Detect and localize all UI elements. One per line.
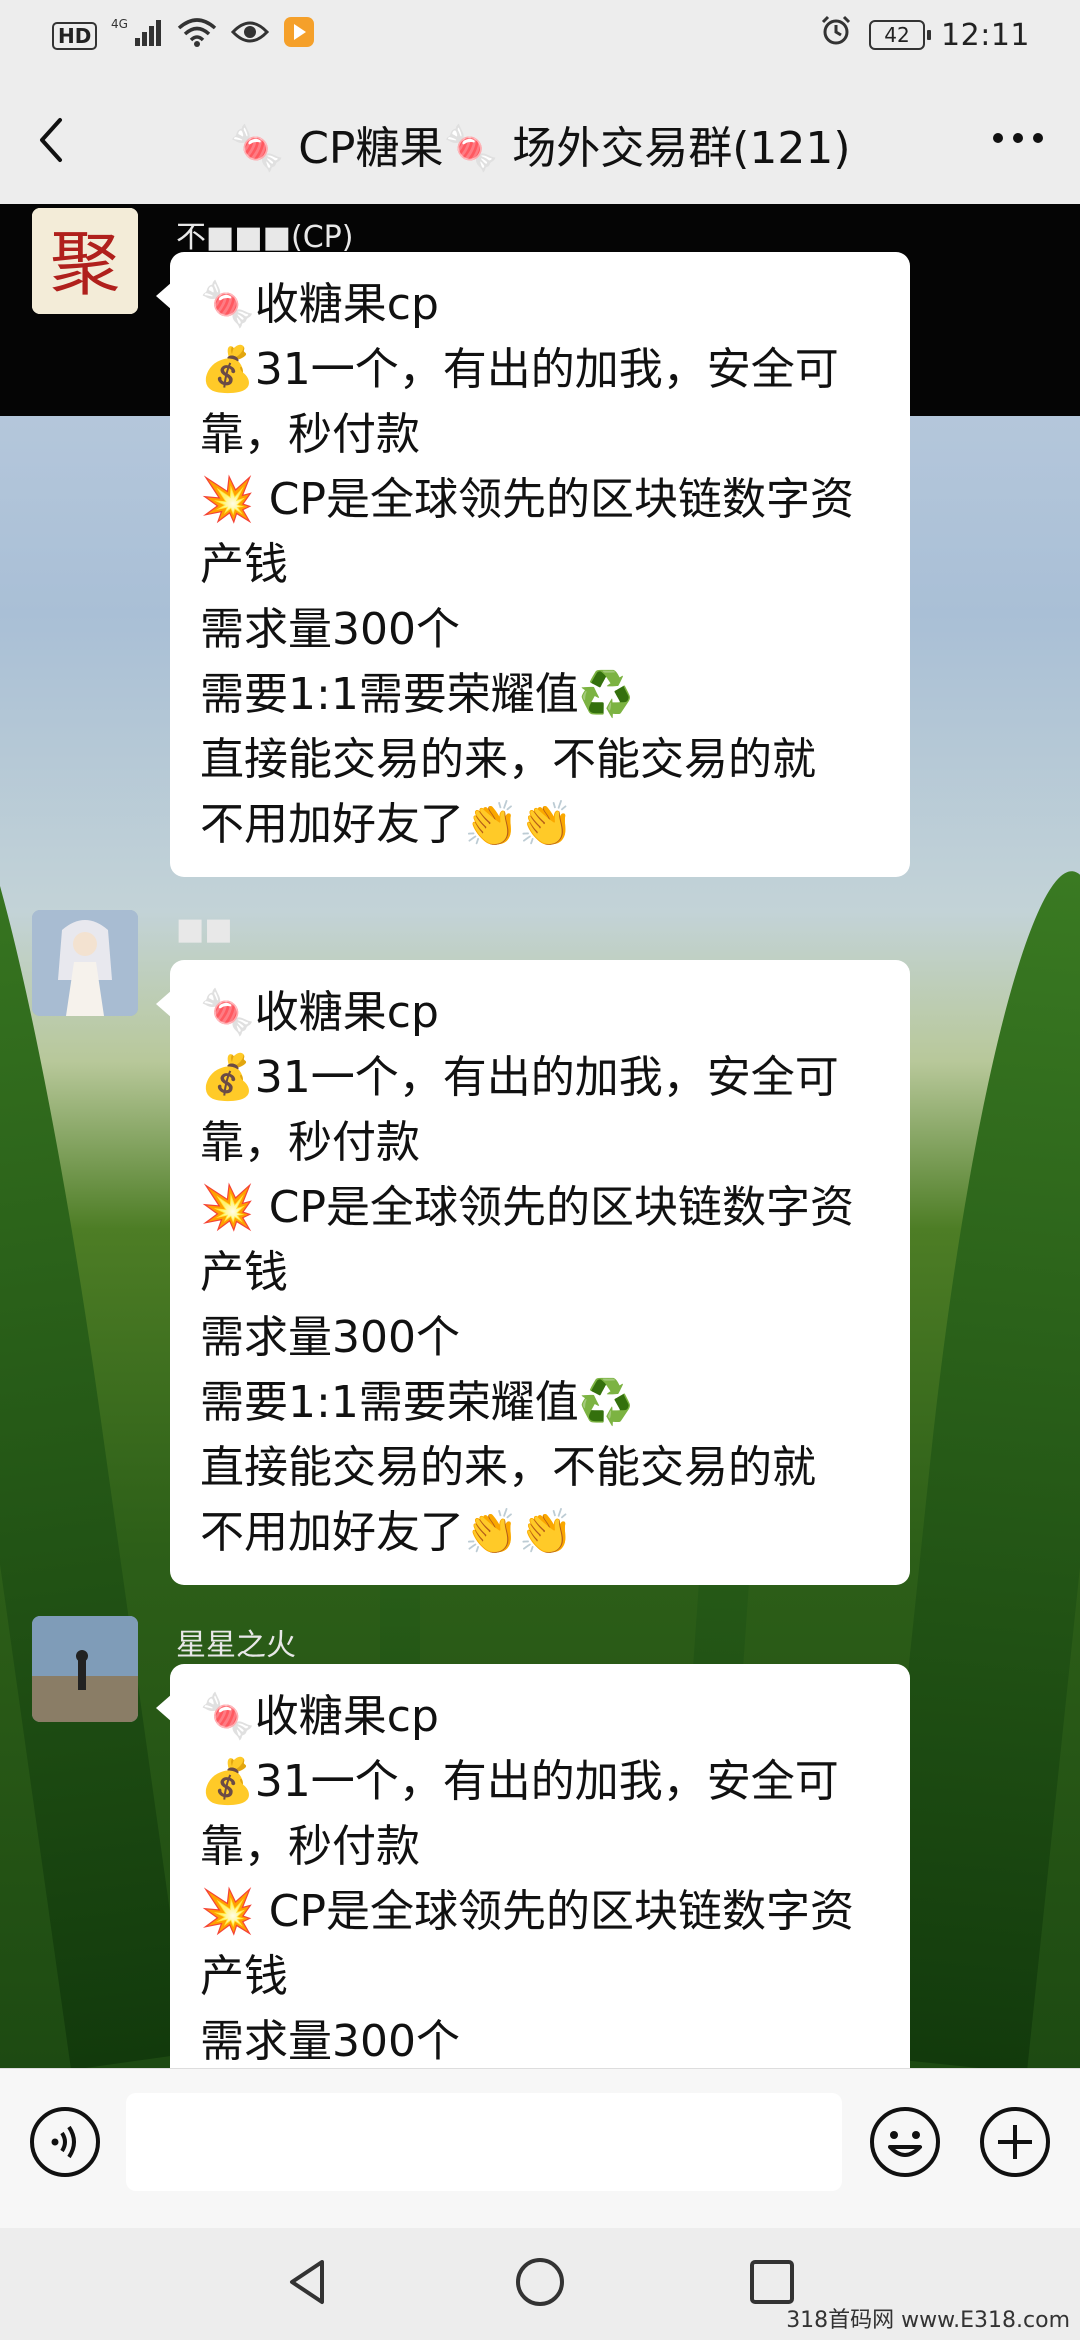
clock: 12:11 xyxy=(941,17,1030,53)
nav-home-button[interactable] xyxy=(512,2254,568,2310)
alarm-icon xyxy=(819,14,853,56)
chat-area[interactable]: 聚 不■■■(CP) 🍬收糖果cp 💰31一个，有出的加我，安全可 靠，秒付款 … xyxy=(0,204,1080,2068)
svg-text:聚: 聚 xyxy=(50,223,120,305)
avatar[interactable] xyxy=(32,910,138,1016)
watermark: 318首码网 www.E318.com xyxy=(786,2308,1070,2333)
message-line: 💰31一个，有出的加我，安全可 xyxy=(200,344,839,395)
sender-name: 不■■■(CP) xyxy=(176,220,354,255)
system-nav-bar: 318首码网 www.E318.com xyxy=(0,2228,1080,2340)
sender-name: 星星之火 xyxy=(176,1628,296,1663)
message-line: 靠，秒付款 xyxy=(200,409,420,460)
voice-icon xyxy=(30,2107,100,2177)
message-line: 💥 CP是全球领先的区块链数字资 xyxy=(200,474,855,525)
message-line: 产钱 xyxy=(200,539,288,590)
app-notification-icon xyxy=(283,16,315,56)
status-bar: HD 4G 42 12:11 xyxy=(0,0,1080,76)
eye-icon xyxy=(231,18,270,54)
message-line: 产钱 xyxy=(200,1247,288,1298)
message-line: 需求量300个 xyxy=(200,604,460,655)
message-line: 靠，秒付款 xyxy=(200,1117,420,1168)
message-line: 💥 CP是全球领先的区块链数字资 xyxy=(200,1182,855,1233)
message-bubble[interactable]: 🍬收糖果cp 💰31一个，有出的加我，安全可 靠，秒付款 💥 CP是全球领先的区… xyxy=(156,252,910,877)
message-line: 不用加好友了👏👏 xyxy=(200,799,574,850)
nav-back-button[interactable] xyxy=(280,2254,336,2310)
message-line: 靠，秒付款 xyxy=(200,1821,420,1872)
battery-indicator: 42 xyxy=(869,20,932,50)
chat-title: 🍬 CP糖果🍬 场外交易群(121) xyxy=(229,123,851,174)
message-line: 不用加好友了👏👏 xyxy=(200,1507,574,1558)
avatar[interactable]: 聚 xyxy=(32,208,138,314)
avatar[interactable] xyxy=(32,1616,138,1722)
message-line: 产钱 xyxy=(200,1951,288,2002)
input-bar xyxy=(0,2068,1080,2229)
triangle-back-icon xyxy=(290,2260,324,2304)
signal-icon: 4G xyxy=(111,16,163,56)
message-input[interactable] xyxy=(126,2093,842,2191)
message-bubble[interactable]: 🍬收糖果cp 💰31一个，有出的加我，安全可 靠，秒付款 💥 CP是全球领先的区… xyxy=(156,1664,910,2068)
circle-home-icon xyxy=(516,2258,564,2306)
message-line: 💰31一个，有出的加我，安全可 xyxy=(200,1052,839,1103)
message-line: 🍬收糖果cp xyxy=(200,987,439,1038)
voice-button[interactable] xyxy=(28,2105,102,2179)
message-line: 🍬收糖果cp xyxy=(200,279,439,330)
hd-indicator: HD xyxy=(52,22,98,50)
emoji-button[interactable] xyxy=(868,2105,942,2179)
svg-text:4G: 4G xyxy=(111,17,128,31)
message-line: 直接能交易的来，不能交易的就 xyxy=(200,734,816,785)
chat-header: 🍬 CP糖果🍬 场外交易群(121) xyxy=(0,76,1080,204)
sender-name: ■■ xyxy=(176,912,233,947)
message-line: 需求量300个 xyxy=(200,2016,460,2067)
plus-icon xyxy=(980,2107,1050,2177)
message-line: 🍬收糖果cp xyxy=(200,1691,439,1742)
message-line: 需要1:1需要荣耀值♻️ xyxy=(200,669,634,720)
character-avatar-icon xyxy=(32,910,138,1016)
calligraphy-avatar-icon: 聚 xyxy=(32,208,138,314)
more-options-button[interactable] xyxy=(988,116,1048,160)
smiley-icon xyxy=(870,2107,940,2177)
message-bubble[interactable]: 🍬收糖果cp 💰31一个，有出的加我，安全可 靠，秒付款 💥 CP是全球领先的区… xyxy=(156,960,910,1585)
beach-photo-avatar-icon xyxy=(32,1616,138,1722)
more-dots-icon xyxy=(993,133,1043,143)
more-functions-button[interactable] xyxy=(978,2105,1052,2179)
message-line: 需要1:1需要荣耀值♻️ xyxy=(200,1377,634,1428)
message-line: 💥 CP是全球领先的区块链数字资 xyxy=(200,1886,855,1937)
message-line: 💰31一个，有出的加我，安全可 xyxy=(200,1756,839,1807)
message-line: 需求量300个 xyxy=(200,1312,460,1363)
wifi-icon xyxy=(177,16,217,56)
message-line: 直接能交易的来，不能交易的就 xyxy=(200,1442,816,1493)
